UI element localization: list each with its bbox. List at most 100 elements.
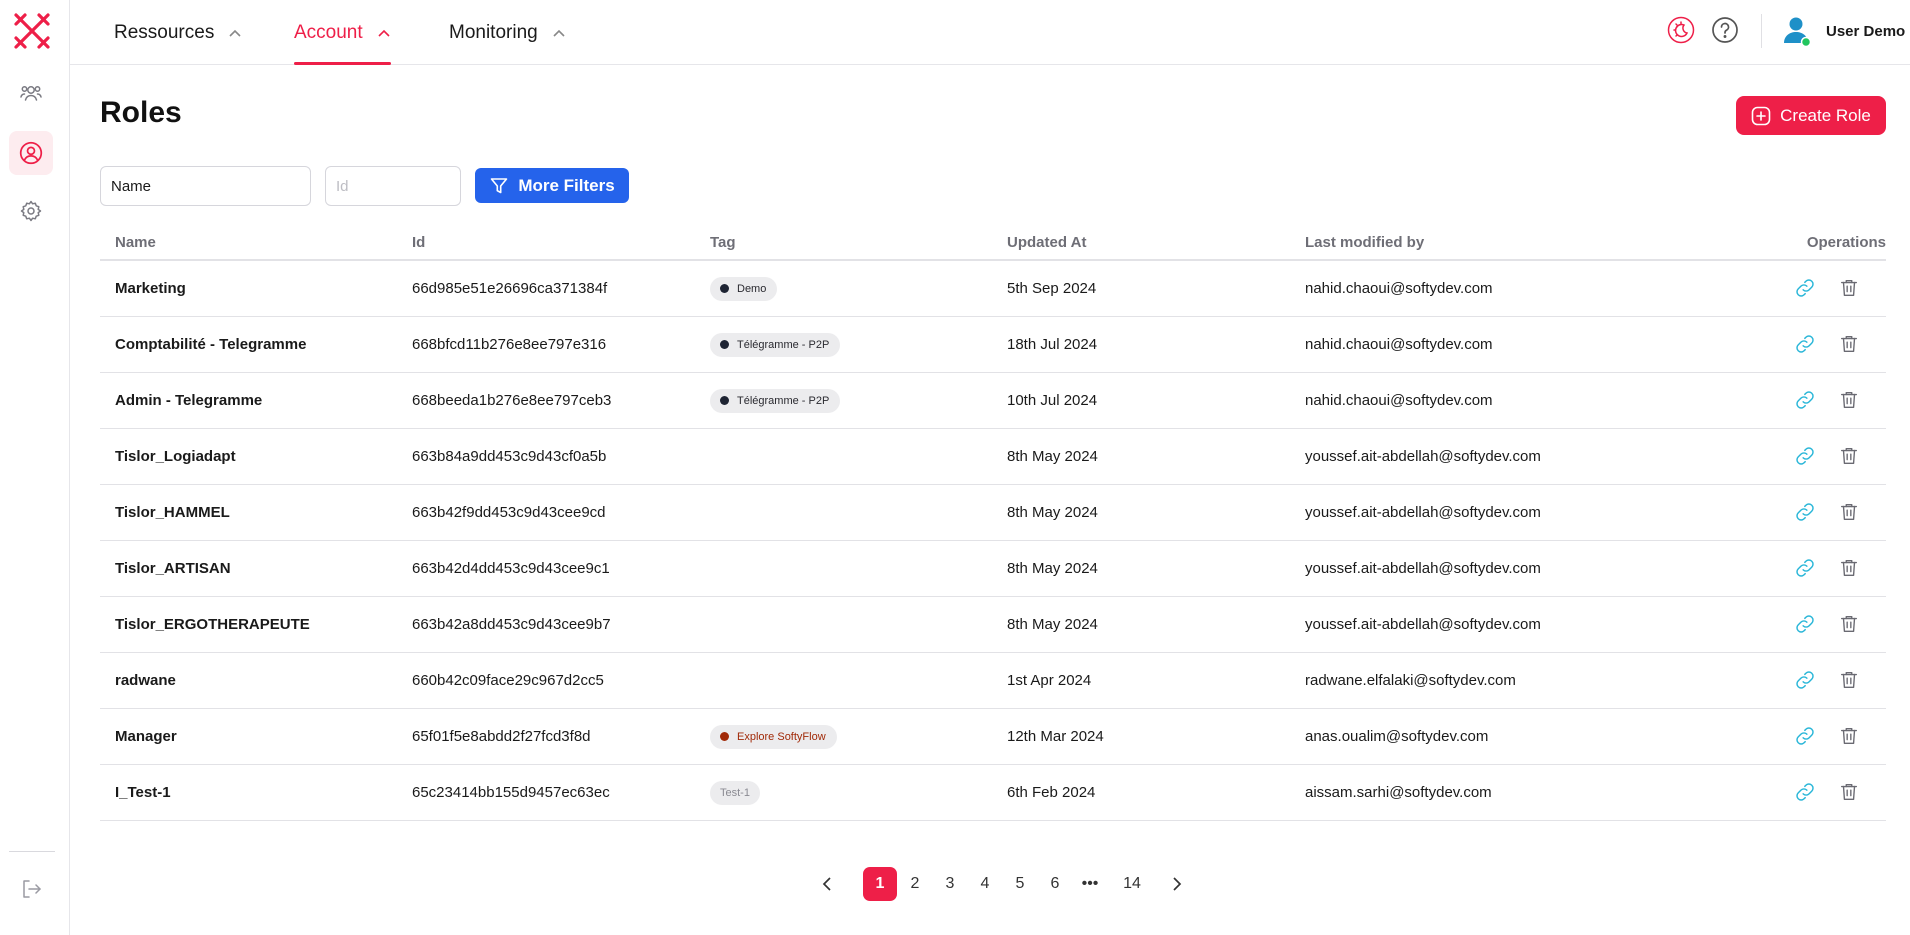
page-button[interactable]: 2 (898, 867, 932, 901)
delete-button[interactable] (1836, 331, 1862, 357)
cell-name: Manager (115, 728, 177, 745)
trash-icon (1840, 783, 1858, 801)
nav-monitoring[interactable]: Monitoring (449, 0, 566, 65)
chevron-up-icon (553, 29, 565, 37)
table-row[interactable]: Tislor_ARTISAN 663b42d4dd453c9d43cee9c1 … (100, 541, 1886, 597)
copy-link-button[interactable] (1792, 779, 1818, 805)
cell-name: Tislor_HAMMEL (115, 504, 230, 521)
cell-name: Tislor_ARTISAN (115, 560, 231, 577)
create-role-label: Create Role (1780, 105, 1871, 125)
tag-badge: Explore SoftyFlow (710, 724, 837, 749)
delete-button[interactable] (1836, 611, 1862, 637)
table-row[interactable]: radwane 660b42c09face29c967d2cc5 1st Apr… (100, 653, 1886, 709)
header-tag[interactable]: Tag (710, 225, 736, 259)
cell-updated-at: 10th Jul 2024 (1007, 392, 1098, 409)
copy-link-button[interactable] (1792, 331, 1818, 357)
copy-link-button[interactable] (1792, 723, 1818, 749)
page-button[interactable]: 1 (863, 867, 897, 901)
table-header: Name Id Tag Updated At Last modified by … (100, 225, 1886, 261)
name-filter-input[interactable] (100, 166, 311, 206)
cell-name: radwane (115, 672, 176, 689)
table-row[interactable]: Manager 65f01f5e8abdd2f27fcd3f8d Explore… (100, 709, 1886, 765)
nav-ressources[interactable]: Ressources (114, 0, 242, 65)
cell-tag: Demo (710, 261, 778, 316)
table-row[interactable]: Tislor_ERGOTHERAPEUTE 663b42a8dd453c9d43… (100, 597, 1886, 653)
chevron-up-icon (378, 29, 390, 37)
copy-link-button[interactable] (1792, 555, 1818, 581)
page-button[interactable]: 6 (1038, 867, 1072, 901)
tag-label: Télégramme - P2P (737, 394, 830, 407)
trash-icon (1840, 447, 1858, 465)
logout-button[interactable] (9, 867, 53, 911)
cell-id: 660b42c09face29c967d2cc5 (412, 672, 604, 689)
trash-icon (1840, 559, 1858, 577)
cell-id: 65f01f5e8abdd2f27fcd3f8d (412, 728, 591, 745)
prev-page-button[interactable] (810, 867, 844, 901)
next-page-button[interactable] (1160, 867, 1194, 901)
app-logo[interactable] (13, 12, 51, 50)
cell-id: 65c23414bb155d9457ec63ec (412, 784, 610, 801)
delete-button[interactable] (1836, 499, 1862, 525)
page-button[interactable]: 14 (1115, 867, 1149, 901)
cell-name: Comptabilité - Telegramme (115, 336, 307, 353)
sidebar-item-account[interactable] (9, 131, 53, 175)
delete-button[interactable] (1836, 555, 1862, 581)
help-button[interactable] (1710, 15, 1740, 45)
header-name[interactable]: Name (115, 225, 156, 259)
nav-ressources-label: Ressources (114, 21, 215, 43)
cell-last-modified-by: anas.oualim@softydev.com (1305, 728, 1489, 745)
page-button[interactable]: 3 (933, 867, 967, 901)
create-role-button[interactable]: Create Role (1736, 96, 1886, 135)
delete-button[interactable] (1836, 443, 1862, 469)
theme-toggle-button[interactable] (1666, 15, 1696, 45)
delete-button[interactable] (1836, 387, 1862, 413)
chevron-up-icon (229, 29, 241, 37)
trash-icon (1840, 279, 1858, 297)
user-menu[interactable]: User Demo (1782, 14, 1905, 48)
copy-link-button[interactable] (1792, 611, 1818, 637)
trash-icon (1840, 727, 1858, 745)
delete-button[interactable] (1836, 723, 1862, 749)
delete-button[interactable] (1836, 667, 1862, 693)
copy-link-button[interactable] (1792, 387, 1818, 413)
table-row[interactable]: Admin - Telegramme 668beeda1b276e8ee797c… (100, 373, 1886, 429)
header-id[interactable]: Id (412, 225, 425, 259)
table-row[interactable]: Comptabilité - Telegramme 668bfcd11b276e… (100, 317, 1886, 373)
copy-link-button[interactable] (1792, 275, 1818, 301)
sidebar-item-users[interactable] (9, 71, 53, 115)
header-updated-at[interactable]: Updated At (1007, 225, 1086, 259)
header-last-modified-by[interactable]: Last modified by (1305, 225, 1424, 259)
tag-label: Télégramme - P2P (737, 338, 830, 351)
cell-updated-at: 8th May 2024 (1007, 504, 1098, 521)
logout-icon (23, 880, 41, 898)
table-row[interactable]: Tislor_Logiadapt 663b84a9dd453c9d43cf0a5… (100, 429, 1886, 485)
nav-account[interactable]: Account (294, 0, 391, 65)
copy-link-button[interactable] (1792, 443, 1818, 469)
trash-icon (1840, 671, 1858, 689)
cell-updated-at: 8th May 2024 (1007, 560, 1098, 577)
gear-icon (20, 200, 42, 222)
delete-button[interactable] (1836, 275, 1862, 301)
page-button[interactable]: 4 (968, 867, 1002, 901)
table-row[interactable]: Tislor_HAMMEL 663b42f9dd453c9d43cee9cd 8… (100, 485, 1886, 541)
delete-button[interactable] (1836, 779, 1862, 805)
tag-label: Test-1 (720, 786, 750, 799)
page-button[interactable]: 5 (1003, 867, 1037, 901)
cell-tag: Explore SoftyFlow (710, 709, 837, 764)
link-icon (1796, 783, 1814, 801)
cell-id: 663b42f9dd453c9d43cee9cd (412, 504, 606, 521)
plus-circle-icon (1751, 106, 1771, 125)
id-filter-input[interactable] (325, 166, 461, 206)
nav-account-label: Account (294, 21, 363, 43)
cell-last-modified-by: radwane.elfalaki@softydev.com (1305, 672, 1516, 689)
cell-name: Admin - Telegramme (115, 392, 263, 409)
cell-name: Tislor_ERGOTHERAPEUTE (115, 616, 310, 633)
sidebar-item-settings[interactable] (9, 189, 53, 233)
filter-icon (491, 177, 508, 193)
more-filters-button[interactable]: More Filters (475, 168, 629, 203)
table-row[interactable]: Marketing 66d985e51e26696ca371384f Demo … (100, 261, 1886, 317)
copy-link-button[interactable] (1792, 667, 1818, 693)
cell-updated-at: 5th Sep 2024 (1007, 280, 1097, 297)
copy-link-button[interactable] (1792, 499, 1818, 525)
table-row[interactable]: I_Test-1 65c23414bb155d9457ec63ec Test-1… (100, 765, 1886, 821)
